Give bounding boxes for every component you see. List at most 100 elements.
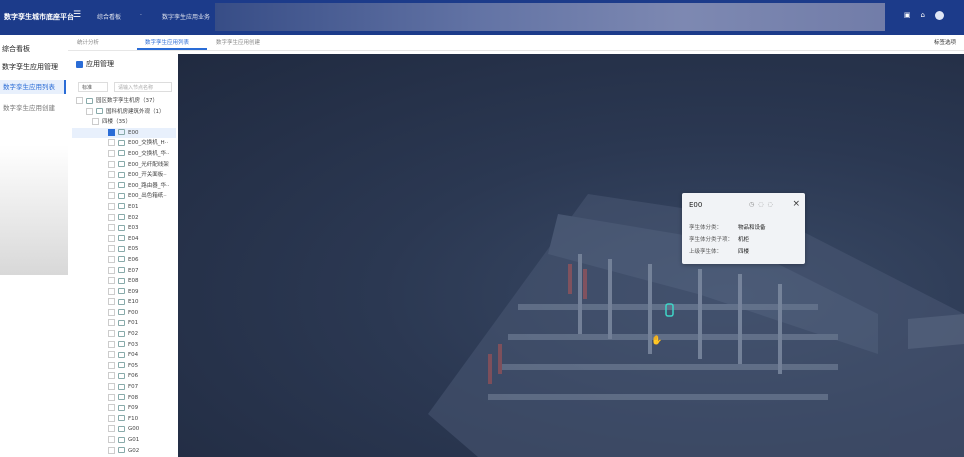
tree-node[interactable]: 四楼（35）	[72, 117, 176, 128]
tree-node[interactable]: G01	[72, 435, 176, 446]
tree-node-checkbox[interactable]	[108, 224, 115, 232]
tree-node[interactable]: E00_出色箱纸··	[72, 191, 176, 202]
tree-node[interactable]: E09	[72, 287, 176, 298]
tab-app-create[interactable]: 数字孪生应用创建	[216, 38, 260, 46]
tree-node[interactable]: E00_交换机_华··	[72, 149, 176, 160]
tree-node[interactable]: G02	[72, 446, 176, 457]
tab-options-button[interactable]: 标签选项	[934, 38, 956, 46]
3d-scene-viewport[interactable]	[178, 54, 964, 457]
tree-node[interactable]: F10	[72, 414, 176, 425]
tree-node-checkbox[interactable]	[108, 287, 115, 295]
sidebar-item-app-management[interactable]: 数字孪生应用管理	[2, 62, 58, 72]
tree-node-checkbox[interactable]	[108, 372, 115, 380]
tree-node-checkbox[interactable]	[108, 266, 115, 274]
mouse-cursor-icon: ✋	[651, 336, 663, 346]
tree-filter-select[interactable]: 标准	[78, 82, 108, 92]
tree-node-checkbox[interactable]	[108, 202, 115, 210]
tree-node[interactable]: E05	[72, 244, 176, 255]
tree-node-checkbox[interactable]	[108, 245, 115, 253]
tree-node[interactable]: F03	[72, 340, 176, 351]
sidebar-item-dashboard[interactable]: 综合看板	[2, 44, 30, 54]
tree-node-label: E00_出色箱纸··	[128, 193, 167, 200]
cabinet-icon	[118, 224, 125, 231]
tree-node-checkbox[interactable]	[108, 340, 115, 348]
popup-close-icon[interactable]: ×	[792, 199, 800, 209]
sidebar-item-app-create[interactable]: 数字孪生应用创建	[3, 102, 55, 112]
tree-node-checkbox[interactable]	[108, 160, 115, 168]
tree-node[interactable]: E06	[72, 255, 176, 266]
tree-node[interactable]: F05	[72, 361, 176, 372]
tree-node[interactable]: E00_路由器_华··	[72, 181, 176, 192]
tree-node[interactable]: E03	[72, 223, 176, 234]
tree-node[interactable]: F09	[72, 403, 176, 414]
tree-node-checkbox[interactable]	[108, 330, 115, 338]
tree-node[interactable]: G00	[72, 424, 176, 435]
popup-row-label: 孪生体分类子项：	[689, 237, 734, 243]
tree-node-checkbox[interactable]	[108, 171, 115, 179]
sidebar-item-app-list[interactable]: 数字孪生应用列表	[0, 80, 66, 94]
tree-node-label: E10	[128, 299, 139, 306]
tree-node-checkbox[interactable]	[108, 149, 115, 157]
header-blurred-area	[215, 3, 885, 31]
tree-node[interactable]: E01	[72, 202, 176, 213]
tree-node-checkbox[interactable]	[108, 181, 115, 189]
tree-node[interactable]: 园区数字孪生机房（37）	[72, 96, 176, 107]
tab-app-list[interactable]: 数字孪生应用列表	[145, 38, 189, 46]
tree-node[interactable]: F00	[72, 308, 176, 319]
cabinet-icon	[118, 425, 125, 432]
tree-node-checkbox[interactable]	[108, 308, 115, 316]
tree-node-label: E00_开关面板··	[128, 172, 167, 179]
tshirt-icon[interactable]: ▣	[904, 11, 911, 20]
popup-action-icons[interactable]: ◷◌◌	[749, 201, 777, 208]
tree-node[interactable]: F04	[72, 350, 176, 361]
tree-node-checkbox[interactable]	[92, 118, 99, 126]
tree-node[interactable]: E02	[72, 213, 176, 224]
tree-node-checkbox[interactable]	[108, 446, 115, 454]
user-avatar[interactable]	[935, 11, 944, 20]
menu-toggle-icon[interactable]: ☰	[73, 10, 83, 22]
tree-node-label: E00_光纤配线架	[128, 161, 169, 168]
tree-node[interactable]: F06	[72, 371, 176, 382]
tree-node-checkbox[interactable]	[76, 97, 83, 104]
tree-node[interactable]: F08	[72, 393, 176, 404]
tree-node-checkbox[interactable]	[108, 128, 115, 136]
tree-node[interactable]: E08	[72, 276, 176, 287]
tab-bar: 统计分析 数字孪生应用列表 数字孪生应用创建 标签选项	[68, 35, 964, 51]
top-nav-dashboard[interactable]: 综合看板	[97, 12, 121, 21]
tree-node-checkbox[interactable]	[108, 213, 115, 221]
tree-node-checkbox[interactable]	[108, 139, 115, 147]
tree-node-checkbox[interactable]	[108, 255, 115, 263]
tree-node-checkbox[interactable]	[108, 361, 115, 369]
tree-node-checkbox[interactable]	[108, 425, 115, 433]
tree-node[interactable]: E00_交换机_H··	[72, 138, 176, 149]
cabinet-icon	[118, 182, 125, 189]
tree-node-checkbox[interactable]	[108, 277, 115, 285]
tree-search-input[interactable]: 请输入节点名称	[114, 82, 172, 92]
tree-node[interactable]: E00_开关面板··	[72, 170, 176, 181]
tree-node[interactable]: F07	[72, 382, 176, 393]
tree-node-checkbox[interactable]	[108, 393, 115, 401]
tree-node[interactable]: E10	[72, 297, 176, 308]
cabinet-icon	[118, 362, 125, 369]
tree-node[interactable]: E00	[72, 127, 176, 139]
tree-node-checkbox[interactable]	[108, 298, 115, 306]
tree-node-checkbox[interactable]	[108, 351, 115, 359]
tree-node-checkbox[interactable]	[86, 107, 93, 115]
top-nav-app[interactable]: 数字孪生应用业务	[162, 12, 210, 21]
tree-node-checkbox[interactable]	[108, 319, 115, 327]
top-bar: 数字孪生城市底座平台 ☰ 综合看板 · 数字孪生应用业务 ▣ ⌂	[0, 0, 964, 35]
tree-node[interactable]: 国科机房建筑外观（1）	[72, 107, 176, 118]
tree-node[interactable]: E04	[72, 234, 176, 245]
tree-node-checkbox[interactable]	[108, 404, 115, 412]
tab-statistics[interactable]: 统计分析	[77, 38, 99, 46]
tree-node-checkbox[interactable]	[108, 436, 115, 443]
tree-node-checkbox[interactable]	[108, 234, 115, 242]
tree-node-checkbox[interactable]	[108, 192, 115, 200]
tree-node[interactable]: E00_光纤配线架	[72, 160, 176, 171]
tree-node[interactable]: F01	[72, 318, 176, 329]
home-icon[interactable]: ⌂	[921, 11, 925, 20]
tree-node[interactable]: F02	[72, 329, 176, 340]
tree-node-checkbox[interactable]	[108, 383, 115, 391]
tree-node[interactable]: E07	[72, 266, 176, 277]
tree-node-checkbox[interactable]	[108, 414, 115, 422]
